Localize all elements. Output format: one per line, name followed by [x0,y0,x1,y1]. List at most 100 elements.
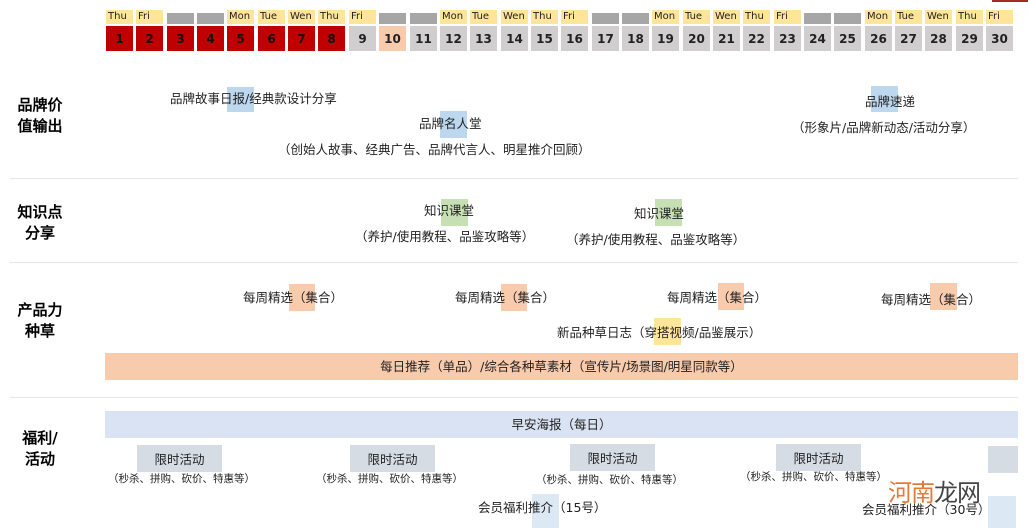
flash-sale-box-partial [988,446,1018,473]
weekend-header [410,13,437,24]
weekday-header: Tue [258,10,285,24]
calendar-day-23: 23 [774,26,801,51]
calendar-day-13: 13 [470,26,497,51]
weekend-header [622,13,649,24]
section-label-line: 知识点 [17,203,63,221]
calendar-day-28: 28 [925,26,952,51]
flash-sale-box: 限时活动 [570,444,655,471]
weekday-header: Fri [774,10,801,24]
calendar-day-22: 22 [743,26,770,51]
flash-sale-box: 限时活动 [350,445,435,472]
section-label-line: 种草 [24,322,55,340]
section-label-benefit: 福利/ 活动 [10,428,70,470]
watermark-part: 河南 [888,479,935,507]
knowledge-class-sub: （养护/使用教程、品鉴攻略等） [566,232,746,247]
weekend-header [379,13,406,24]
section-divider [10,397,1018,398]
weekend-header [834,13,861,24]
calendar-day-21: 21 [713,26,740,51]
weekday-header: Tue [683,10,710,24]
benefit-morning-band: 早安海报（每日） [105,411,1018,438]
watermark: 河南龙网 [888,478,981,508]
section-label-knowledge: 知识点 分享 [10,202,70,244]
weekday-header: Fri [349,10,376,24]
calendar-day-11: 11 [410,26,437,51]
section-divider [10,262,1018,263]
flash-sale-sub: （秒杀、拼购、砍价、特惠等） [740,471,887,483]
calendar-day-7: 7 [288,26,315,51]
section-label-line: 值输出 [17,117,63,135]
calendar-day-8: 8 [318,26,345,51]
section-label-line: 福利/ [22,429,58,447]
brand-hall-of-fame: 品牌名人堂 [419,116,482,131]
product-weekly-pick: 每周精选（集合） [881,292,982,307]
weekday-header: Mon [865,10,892,24]
brand-express-sub: （形象片/品牌新动态/活动分享） [792,120,976,135]
section-label-product: 产品力 种草 [10,300,70,342]
weekend-header [197,13,224,24]
section-label-line: 品牌价 [17,96,63,114]
knowledge-class-title: 知识课堂 [634,206,685,221]
knowledge-class-title: 知识课堂 [424,203,475,218]
weekday-header: Thu [531,10,558,24]
weekday-header: Mon [652,10,679,24]
weekday-header: Mon [227,10,254,24]
product-weekly-pick: 每周精选（集合） [243,290,344,305]
top-accent-line [992,0,1028,2]
calendar-day-3: 3 [167,26,194,51]
weekday-header: Tue [895,10,922,24]
section-label-line: 分享 [24,224,55,242]
calendar-day-10: 10 [379,26,406,51]
calendar-day-1: 1 [106,26,133,51]
weekday-header: Wen [925,10,952,24]
section-label-line: 产品力 [17,301,63,319]
calendar-day-26: 26 [865,26,892,51]
calendar-day-4: 4 [197,26,224,51]
watermark-part: 龙网 [934,479,981,507]
weekend-header [592,13,619,24]
calendar-day-14: 14 [501,26,528,51]
section-divider [10,178,1018,179]
calendar-day-18: 18 [622,26,649,51]
section-label-line: 活动 [24,450,55,468]
weekday-header: Fri [561,10,588,24]
calendar-day-2: 2 [136,26,163,51]
knowledge-class-sub: （养护/使用教程、品鉴攻略等） [355,229,535,244]
weekday-header: Fri [986,10,1013,24]
calendar-day-9: 9 [349,26,376,51]
product-weekly-pick: 每周精选（集合） [667,290,768,305]
calendar-day-17: 17 [592,26,619,51]
product-daily-band: 每日推荐（单品）/综合各种草素材（宣传片/场景图/明星同款等） [105,353,1018,380]
calendar-day-27: 27 [895,26,922,51]
highlight-marker [988,496,1016,528]
calendar-day-29: 29 [956,26,983,51]
weekday-header: Thu [106,10,133,24]
weekday-header: Wen [713,10,740,24]
weekday-header: Thu [743,10,770,24]
calendar-day-24: 24 [804,26,831,51]
product-weekly-pick: 每周精选（集合） [455,290,556,305]
brand-daily-story: 品牌故事日报/经典款设计分享 [170,91,337,106]
brand-hall-of-fame-sub: （创始人故事、经典广告、品牌代言人、明星推介回顾） [278,142,591,157]
weekday-header: Tue [470,10,497,24]
weekday-header: Wen [501,10,528,24]
calendar-day-12: 12 [440,26,467,51]
brand-express: 品牌速递 [865,94,916,109]
member-benefit-15: 会员福利推介（15号） [478,500,607,515]
flash-sale-sub: （秒杀、拼购、砍价、特惠等） [316,473,463,485]
calendar-day-19: 19 [652,26,679,51]
calendar-day-16: 16 [561,26,588,51]
calendar-day-6: 6 [258,26,285,51]
calendar-day-25: 25 [834,26,861,51]
section-label-brand: 品牌价 值输出 [10,95,70,137]
weekday-header: Fri [136,10,163,24]
weekday-header: Thu [956,10,983,24]
flash-sale-sub: （秒杀、拼购、砍价、特惠等） [536,474,683,486]
calendar-day-30: 30 [986,26,1013,51]
calendar-day-15: 15 [531,26,558,51]
weekday-header: Wen [288,10,315,24]
flash-sale-sub: （秒杀、拼购、砍价、特惠等） [108,473,255,485]
flash-sale-box: 限时活动 [137,445,222,472]
weekday-header: Mon [440,10,467,24]
weekday-header: Thu [318,10,345,24]
